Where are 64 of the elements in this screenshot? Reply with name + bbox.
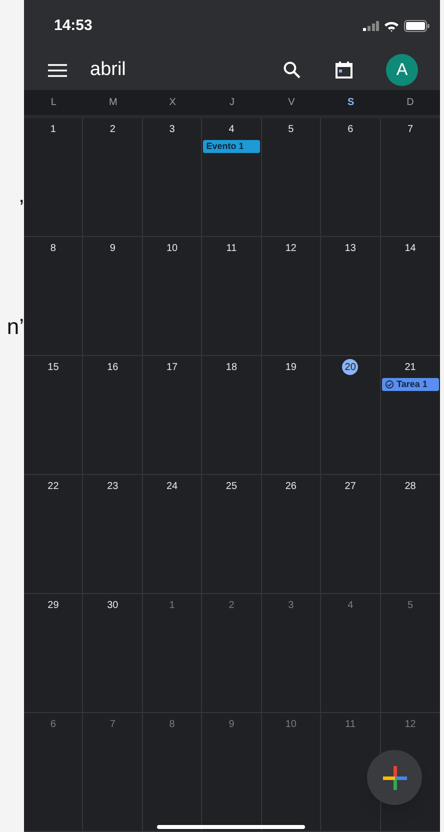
day-number[interactable]: 9 (104, 240, 121, 256)
day-number[interactable]: 30 (104, 597, 121, 613)
day-number[interactable]: 6 (342, 121, 358, 137)
month-title: abril (90, 58, 126, 82)
day-number[interactable]: 9 (223, 716, 240, 732)
day-number[interactable]: 11 (342, 716, 358, 732)
day-number[interactable]: 24 (164, 478, 180, 494)
day-number[interactable]: 11 (223, 240, 240, 256)
day-number[interactable]: 15 (45, 359, 62, 375)
day-number[interactable]: 26 (282, 478, 299, 494)
day-number[interactable]: 3 (282, 597, 299, 613)
status-time: 14:53 (54, 16, 92, 36)
day-number[interactable]: 14 (402, 240, 418, 256)
day-number[interactable]: 12 (402, 716, 418, 732)
calendar-icon (335, 61, 353, 79)
day-number[interactable]: 18 (223, 359, 240, 375)
signal-icon (363, 21, 379, 31)
cut-text: n’ (6, 315, 24, 339)
menu-icon (48, 64, 67, 76)
weekday-label: V (287, 96, 296, 110)
day-number[interactable]: 10 (164, 240, 180, 256)
check-circle-icon (384, 380, 394, 389)
day-number[interactable]: 6 (45, 716, 62, 732)
weekday-label: J (228, 96, 236, 110)
weekday-label: D (406, 96, 415, 110)
day-number[interactable]: 21 (402, 359, 418, 375)
day-number[interactable]: 4 (342, 597, 358, 613)
day-number[interactable]: 22 (45, 478, 62, 494)
weekday-label: S (346, 96, 356, 110)
day-number[interactable]: 2 (104, 121, 121, 137)
weekday-label: X (168, 96, 177, 110)
day-number[interactable]: 4 (223, 121, 240, 137)
day-number[interactable]: 12 (282, 240, 299, 256)
account-avatar[interactable]: A (386, 54, 418, 86)
day-number[interactable]: 29 (45, 597, 62, 613)
cut-text: ’ (19, 196, 24, 220)
day-number[interactable]: 20 (342, 359, 358, 375)
wifi-icon (384, 20, 399, 32)
day-number[interactable]: 5 (402, 597, 418, 613)
day-number[interactable]: 25 (223, 478, 240, 494)
day-number[interactable]: 17 (164, 359, 180, 375)
task-chip[interactable]: Tarea 1 (382, 378, 439, 391)
day-number[interactable]: 8 (45, 240, 62, 256)
day-number[interactable]: 23 (104, 478, 121, 494)
day-number[interactable]: 16 (104, 359, 121, 375)
day-number[interactable]: 2 (223, 597, 240, 613)
weekday-label: M (108, 96, 118, 110)
day-number[interactable]: 27 (342, 478, 358, 494)
battery-icon (404, 20, 430, 32)
plus-icon (382, 766, 406, 790)
day-number[interactable]: 10 (282, 716, 299, 732)
day-number[interactable]: 28 (402, 478, 418, 494)
day-number[interactable]: 19 (282, 359, 299, 375)
day-number[interactable]: 1 (164, 597, 180, 613)
event-chip[interactable]: Evento 1 (203, 140, 260, 153)
day-number[interactable]: 3 (164, 121, 180, 137)
day-number[interactable]: 1 (45, 121, 62, 137)
day-number[interactable]: 8 (164, 716, 180, 732)
weekday-label: L (50, 96, 58, 110)
day-number[interactable]: 7 (104, 716, 121, 732)
day-number[interactable]: 5 (282, 121, 299, 137)
day-number[interactable]: 13 (342, 240, 358, 256)
search-icon (283, 61, 301, 79)
day-number[interactable]: 7 (402, 121, 418, 137)
